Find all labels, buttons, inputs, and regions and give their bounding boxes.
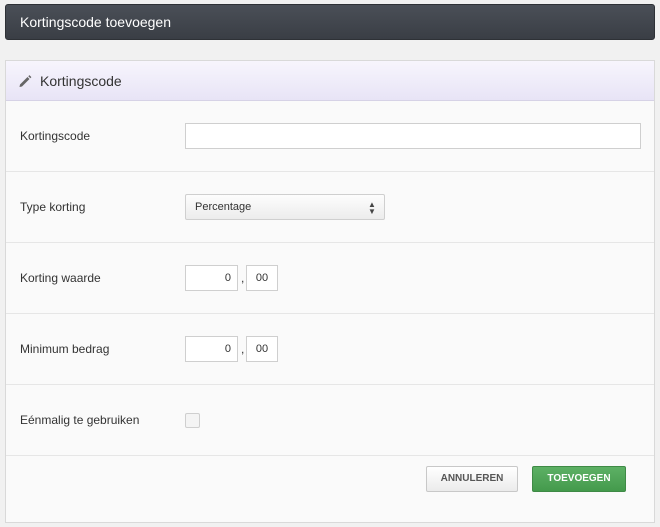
value-decimals-input[interactable]: 00 xyxy=(246,265,278,291)
add-button[interactable]: TOEVOEGEN xyxy=(532,466,626,492)
form-row-type: Type korting Percentage ▲ ▼ xyxy=(6,172,654,243)
single-use-checkbox[interactable] xyxy=(185,413,200,428)
value-integer-input[interactable]: 0 xyxy=(185,265,238,291)
minimum-integer-input[interactable]: 0 xyxy=(185,336,238,362)
panel-title: Kortingscode xyxy=(40,72,122,89)
form-row-value: Korting waarde 0 , 00 xyxy=(6,243,654,314)
minimum-label: Minimum bedrag xyxy=(20,342,110,356)
discount-type-value: Percentage xyxy=(195,201,252,213)
code-label: Kortingscode xyxy=(20,129,91,143)
form-row-single-use: Eénmalig te gebruiken xyxy=(6,385,654,456)
form-row-minimum: Minimum bedrag 0 , 00 xyxy=(6,314,654,385)
single-use-label: Eénmalig te gebruiken xyxy=(20,413,140,427)
cancel-button[interactable]: ANNULEREN xyxy=(426,466,518,492)
select-arrows-icon: ▲ ▼ xyxy=(368,200,376,216)
minimum-separator: , xyxy=(241,342,245,356)
form-row-code: Kortingscode xyxy=(6,101,654,172)
window-title: Kortingscode toevoegen xyxy=(5,4,655,40)
type-label: Type korting xyxy=(20,200,86,214)
pencil-icon xyxy=(18,74,32,88)
code-input[interactable] xyxy=(185,123,641,149)
value-separator: , xyxy=(241,271,245,285)
discount-type-select[interactable]: Percentage ▲ ▼ xyxy=(185,194,385,220)
minimum-decimals-input[interactable]: 00 xyxy=(246,336,278,362)
panel-header: Kortingscode xyxy=(6,61,654,101)
value-label: Korting waarde xyxy=(20,271,101,285)
discount-code-panel: Kortingscode Kortingscode Type korting P… xyxy=(5,60,655,523)
